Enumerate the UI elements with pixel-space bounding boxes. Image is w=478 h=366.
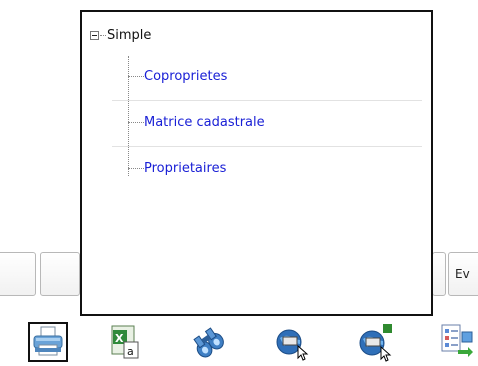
tree-connector — [100, 34, 106, 36]
svg-text:X: X — [115, 332, 124, 345]
collapse-toggle-icon[interactable] — [90, 30, 99, 40]
print-button[interactable] — [28, 322, 68, 362]
svg-text:a: a — [127, 345, 134, 358]
search-button[interactable] — [188, 322, 228, 362]
map-select-green-icon — [359, 324, 392, 362]
tree-separator — [112, 146, 422, 147]
tree-connector — [128, 75, 144, 77]
excel-export-button[interactable]: X a — [106, 322, 146, 362]
excel-export-icon: X a — [111, 325, 139, 359]
background-tab — [432, 252, 446, 296]
map-select-button[interactable] — [272, 322, 312, 362]
background-tab-label: Ev — [455, 267, 470, 281]
tree-connector — [128, 167, 144, 169]
tree-item-label[interactable]: Proprietaires — [144, 161, 226, 176]
tree-root-label: Simple — [107, 27, 152, 43]
tree-item-matrice-cadastrale[interactable]: Matrice cadastrale — [128, 113, 265, 131]
toolbar: X a — [0, 318, 478, 366]
map-select-icon — [276, 329, 309, 361]
background-tab-ev[interactable]: Ev — [448, 252, 478, 296]
tree-item-proprietaires[interactable]: Proprietaires — [128, 159, 226, 177]
checklist-button[interactable] — [438, 322, 478, 362]
background-tab — [40, 252, 80, 296]
checklist-icon — [441, 324, 473, 357]
tree-connector — [128, 121, 144, 123]
background-tab — [0, 252, 36, 296]
binoculars-icon — [193, 327, 224, 358]
printer-icon — [33, 326, 63, 356]
tree-item-label[interactable]: Coproprietes — [144, 69, 227, 84]
map-select-alt-button[interactable] — [356, 322, 396, 362]
tree-separator — [112, 100, 422, 101]
tree-popup: Simple Coproprietes Matrice cadastrale P… — [80, 10, 433, 316]
tree-root-node[interactable]: Simple — [90, 26, 151, 44]
tree-item-coproprietes[interactable]: Coproprietes — [128, 67, 227, 85]
tree-item-label[interactable]: Matrice cadastrale — [144, 115, 265, 130]
